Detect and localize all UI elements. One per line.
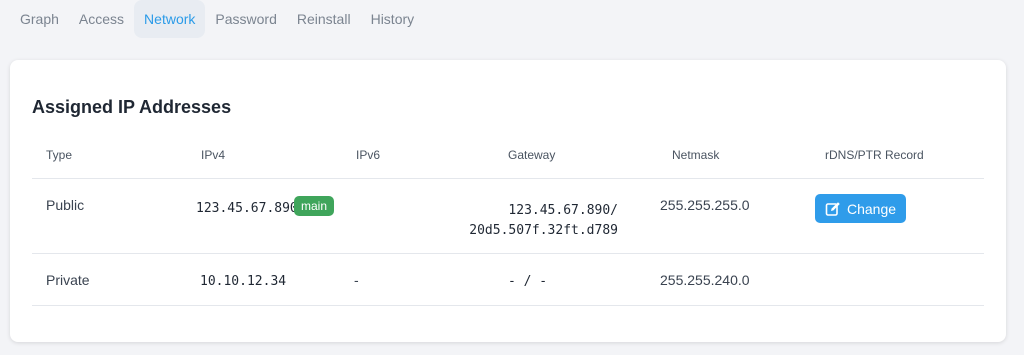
row-ipv6: - <box>354 272 359 288</box>
row-gateway: 123.45.67.890/ 20d5.507f.32ft.d789 <box>453 201 618 241</box>
edit-icon <box>825 201 840 216</box>
tab-access[interactable]: Access <box>69 0 134 38</box>
header-gateway: Gateway <box>508 148 556 162</box>
row-netmask: 255.255.255.0 <box>660 197 750 213</box>
tab-history[interactable]: History <box>361 0 425 38</box>
gateway-line-2: 20d5.507f.32ft.d789 <box>469 223 618 238</box>
table-row: Private 10.10.12.34 - - / - 255.255.240.… <box>32 254 984 306</box>
header-ipv4: IPv4 <box>201 148 226 162</box>
ip-table: Type IPv4 IPv6 Gateway Netmask rDNS/PTR … <box>32 138 984 306</box>
header-ipv6: IPv6 <box>356 148 381 162</box>
header-netmask: Netmask <box>672 148 720 162</box>
table-header: Type IPv4 IPv6 Gateway Netmask rDNS/PTR … <box>32 138 984 179</box>
row-type: Private <box>46 272 90 288</box>
tab-bar: Graph Access Network Password Reinstall … <box>10 0 424 38</box>
tab-network[interactable]: Network <box>134 0 206 38</box>
row-type: Public <box>46 197 85 213</box>
change-rdns-button[interactable]: Change <box>815 194 907 223</box>
change-button-label: Change <box>847 200 897 217</box>
row-ipv4: 10.10.12.34 <box>200 274 287 289</box>
tab-password[interactable]: Password <box>205 0 286 38</box>
ip-addresses-card: Assigned IP Addresses Type IPv4 IPv6 Gat… <box>10 60 1006 342</box>
table-row: Public 123.45.67.890 main 123.45.67.890/… <box>32 179 984 254</box>
row-ipv4: 123.45.67.890 <box>196 201 298 216</box>
main-badge: main <box>294 196 335 216</box>
gateway-line-1: 123.45.67.890/ <box>508 203 618 218</box>
card-title: Assigned IP Addresses <box>32 97 232 117</box>
tab-reinstall[interactable]: Reinstall <box>287 0 361 38</box>
row-gateway: - / - <box>508 274 548 289</box>
header-type: Type <box>46 148 73 162</box>
header-rdns: rDNS/PTR Record <box>825 148 924 162</box>
tab-graph[interactable]: Graph <box>10 0 69 38</box>
row-netmask: 255.255.240.0 <box>660 272 750 288</box>
